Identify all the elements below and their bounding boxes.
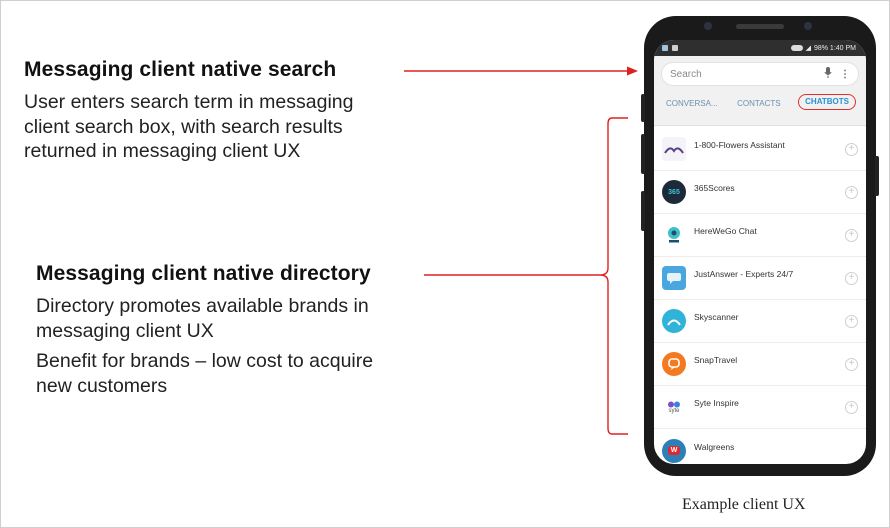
365scores-logo-icon: 365 bbox=[662, 180, 686, 204]
phone-mockup: ◢ 98% 1:40 PM Search ⋮ CONVERSA... CONTA… bbox=[641, 16, 879, 476]
add-icon[interactable]: + bbox=[845, 228, 858, 242]
status-bar: ◢ 98% 1:40 PM bbox=[654, 40, 866, 56]
list-item-name: Syte Inspire bbox=[694, 398, 739, 408]
justanswer-logo-icon bbox=[662, 266, 686, 290]
tab-conversations[interactable]: CONVERSA... bbox=[664, 97, 720, 110]
list-item[interactable]: 1-800-Flowers Assistant + bbox=[654, 128, 866, 171]
microphone-icon[interactable] bbox=[824, 67, 832, 81]
search-annotation-heading: Messaging client native search bbox=[24, 58, 337, 81]
bixby-button bbox=[641, 191, 645, 231]
tab-contacts[interactable]: CONTACTS bbox=[735, 97, 782, 110]
tab-chatbots[interactable]: CHATBOTS bbox=[798, 94, 856, 110]
directory-annotation-line: Directory promotes available brands in bbox=[36, 295, 369, 317]
list-item[interactable]: 365 365Scores + bbox=[654, 171, 866, 214]
add-icon[interactable]: + bbox=[845, 357, 858, 371]
sensor-icon bbox=[704, 22, 712, 30]
snaptravel-logo-icon bbox=[662, 352, 686, 376]
list-item-name: SnapTravel bbox=[694, 355, 738, 365]
search-placeholder: Search bbox=[670, 68, 702, 80]
skyscanner-logo-icon bbox=[662, 309, 686, 333]
walgreens-logo-icon: W bbox=[662, 438, 686, 463]
directory-annotation-line: Benefit for brands – low cost to acquire bbox=[36, 350, 374, 372]
more-options-icon[interactable]: ⋮ bbox=[840, 69, 850, 80]
list-item[interactable]: JustAnswer - Experts 24/7 + bbox=[654, 257, 866, 300]
volume-button bbox=[641, 94, 645, 122]
search-annotation-line: returned in messaging client UX bbox=[24, 140, 301, 162]
list-item-name: Walgreens bbox=[694, 441, 735, 452]
cloud-icon bbox=[790, 45, 803, 51]
earpiece bbox=[736, 24, 784, 29]
syte-logo-icon: syte bbox=[662, 395, 686, 419]
notification-icon bbox=[662, 45, 668, 51]
list-item-name: HereWeGo Chat bbox=[694, 226, 757, 236]
front-camera-icon bbox=[804, 22, 812, 30]
status-text: 98% 1:40 PM bbox=[813, 44, 856, 52]
list-item[interactable]: W Walgreens bbox=[654, 429, 866, 464]
list-item[interactable]: SnapTravel + bbox=[654, 343, 866, 386]
search-input[interactable]: Search ⋮ bbox=[661, 62, 859, 86]
list-item-name: 1-800-Flowers Assistant bbox=[694, 140, 785, 150]
directory-annotation-line: messaging client UX bbox=[36, 319, 214, 342]
list-item[interactable]: HereWeGo Chat + bbox=[654, 214, 866, 257]
list-item[interactable]: Skyscanner + bbox=[654, 300, 866, 343]
add-icon[interactable]: + bbox=[845, 314, 858, 328]
list-item-name: 365Scores bbox=[694, 183, 735, 193]
chatbot-list: 1-800-Flowers Assistant + 365 365Scores … bbox=[654, 126, 866, 464]
list-item-name: Skyscanner bbox=[694, 312, 739, 322]
volume-button bbox=[641, 134, 645, 174]
directory-annotation-text: Directory promotes available brands in m… bbox=[36, 294, 373, 398]
figure-caption: Example client UX bbox=[682, 496, 806, 513]
tab-bar: CONVERSA... CONTACTS CHATBOTS bbox=[661, 94, 859, 110]
herewego-logo-icon bbox=[662, 223, 686, 247]
list-item[interactable]: syte Syte Inspire + bbox=[654, 386, 866, 429]
add-icon[interactable]: + bbox=[845, 185, 858, 199]
gallery-icon bbox=[672, 45, 678, 51]
directory-annotation-heading: Messaging client native directory bbox=[36, 262, 371, 285]
phone-screen: ◢ 98% 1:40 PM Search ⋮ CONVERSA... CONTA… bbox=[654, 40, 866, 464]
power-button bbox=[875, 156, 879, 196]
signal-icon: ◢ bbox=[805, 45, 811, 52]
directory-annotation-line: new customers bbox=[36, 374, 168, 397]
add-icon[interactable]: + bbox=[845, 400, 858, 414]
add-icon[interactable]: + bbox=[845, 271, 858, 285]
flowers-logo-icon bbox=[662, 137, 686, 161]
app-header: Search ⋮ CONVERSA... CONTACTS CHATBOTS bbox=[654, 56, 866, 126]
search-annotation-line: User enters search term in messaging bbox=[24, 91, 354, 113]
add-icon[interactable]: + bbox=[845, 142, 858, 156]
list-item-name: JustAnswer - Experts 24/7 bbox=[694, 269, 794, 279]
search-annotation-line: client search box, with search results bbox=[24, 115, 343, 138]
search-annotation-text: User enters search term in messaging cli… bbox=[24, 90, 353, 164]
